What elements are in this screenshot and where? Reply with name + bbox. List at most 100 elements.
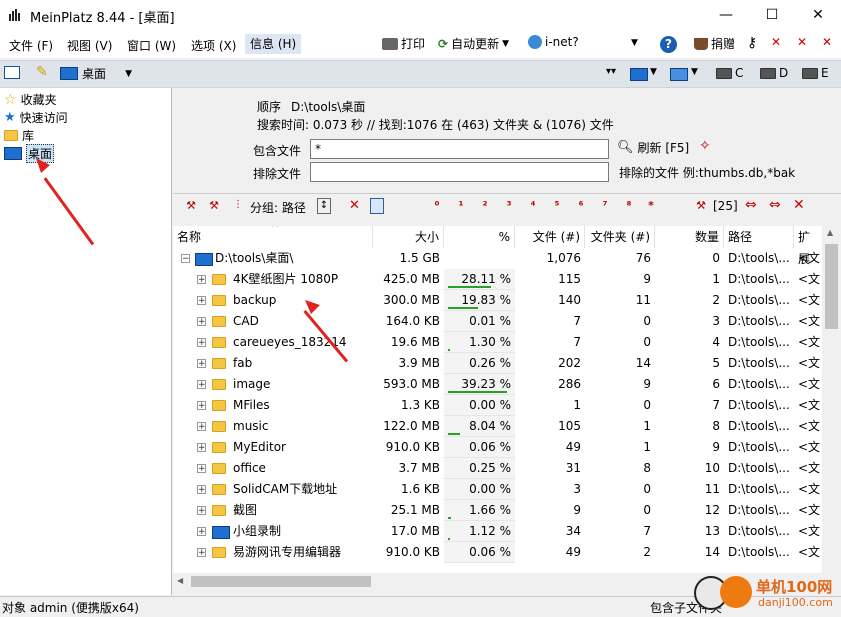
wand-icon[interactable]: ✧ [699,138,711,154]
vertical-scrollbar[interactable]: ▲ [822,226,841,573]
level-8-icon[interactable]: ⁸ [621,198,637,214]
expand-icon[interactable]: + [197,464,206,474]
table-row[interactable]: + music 122.0 MB 8.04 % 105 1 8 D:\tools\... <文 [173,416,822,437]
table-row[interactable]: + backup 300.0 MB 19.83 % 140 11 2 D:\tools\...… [173,290,822,311]
pencil-folder-icon[interactable]: ✎ [36,64,48,80]
inet-button[interactable]: i-net? [528,35,579,49]
table-row-root[interactable]: − D:\tools\桌面\ 1.5 GB 1,076 76 0 D:\tool… [173,248,822,269]
column-header-path[interactable]: 路径 [724,226,794,248]
delete-icon[interactable]: ✕ [349,198,360,213]
column-header-folders[interactable]: 文件夹 (#) [585,226,655,248]
level-all-icon[interactable]: * [643,198,659,214]
horizontal-scroll-thumb[interactable] [191,576,371,587]
drive-c[interactable]: C [716,66,743,80]
tree-item-favorites[interactable]: ☆ 收藏夹 [4,91,57,108]
cancel-icon[interactable]: ✕ [793,197,805,213]
expand-icon[interactable]: + [197,359,206,369]
expand-icon[interactable]: + [197,443,206,453]
table-row[interactable]: + SolidCAM下载地址 1.6 KB 0.00 % 3 0 11 D:\tools\..… [173,479,822,500]
expand-all-icon[interactable]: ⇔ [769,197,781,213]
chevron-down-icon[interactable]: ▼ [650,67,657,77]
refresh-button[interactable]: 🔍︎ 刷新 [F5] [617,139,689,156]
column-header-percent[interactable]: % [444,226,515,248]
desktop-icon[interactable] [630,68,648,81]
collapse-icon[interactable]: − [181,254,190,264]
close-button[interactable]: ✕ [795,0,841,31]
expand-icon[interactable]: + [197,548,206,558]
menu-options[interactable]: 选项 (X) [191,37,236,54]
level-4-icon[interactable]: ⁴ [525,198,541,214]
close-other-icon[interactable]: ✕ [797,35,807,49]
level-1-icon[interactable]: ¹ [453,198,469,214]
row-ext: <文 [798,419,821,433]
key-icon[interactable]: ⚷ [747,35,757,51]
expand-icon[interactable]: + [197,296,206,306]
vertical-scroll-thumb[interactable] [825,244,838,329]
maximize-button[interactable]: ☐ [749,0,795,31]
column-header-size[interactable]: 大小 [373,226,444,248]
broom-icon[interactable]: ⚒ [693,198,709,214]
auto-update-button[interactable]: ⟳ 自动更新 ▼ [438,35,509,52]
hammer-icon[interactable]: ⚒ [183,198,199,214]
table-row[interactable]: + MyEditor 910.0 KB 0.06 % 49 1 9 D:\tools\... <… [173,437,822,458]
tree-item-library[interactable]: 库 [4,127,34,144]
include-files-input[interactable] [310,139,609,159]
drive-e[interactable]: E [802,66,829,80]
tree-item-quick-access[interactable]: ★ 快速访问 [4,109,68,126]
expand-icon[interactable]: + [197,422,206,432]
table-row[interactable]: + 易游网讯专用编辑器 910.0 KB 0.06 % 49 2 14 D:\tools\..… [173,542,822,563]
row-files: 140 [558,293,581,307]
level-5-icon[interactable]: ⁵ [549,198,565,214]
table-row[interactable]: +4K壁纸图片 1080P 425.0 MB 28.11 % 115 9 1 D:\tool… [173,269,822,290]
expand-icon[interactable]: + [197,506,206,516]
level-3-icon[interactable]: ³ [501,198,517,214]
table-row[interactable]: + 小组录制 17.0 MB 1.12 % 34 7 13 D:\tools\... <文 [173,521,822,542]
chevron-down-icon[interactable]: ▼ [691,67,698,77]
collapse-icon[interactable]: ⇔ [745,197,757,213]
column-header-ext[interactable]: 扩展 [794,226,822,266]
column-header-files[interactable]: 文件 (#) [515,226,585,248]
help-icon[interactable]: ? [660,36,677,53]
menu-view[interactable]: 视图 (V) [67,37,112,54]
menu-info[interactable]: 信息 (H) [245,34,302,54]
table-row[interactable]: + image 593.0 MB 39.23 % 286 9 6 D:\tools\... <文 [173,374,822,395]
column-header-count[interactable]: 数量 [655,226,724,248]
sort-icon[interactable]: ↕ [317,198,331,214]
menu-window[interactable]: 窗口 (W) [127,37,176,54]
table-row[interactable]: + fab 3.9 MB 0.26 % 202 14 5 D:\tools\... <文 [173,353,822,374]
expand-icon[interactable]: + [197,380,206,390]
export-icon[interactable] [370,198,384,214]
level-7-icon[interactable]: ⁷ [597,198,613,214]
level-2-icon[interactable]: ² [477,198,493,214]
level-0-icon[interactable]: ⁰ [429,198,445,214]
expand-icon[interactable]: + [197,527,206,537]
hammer-icon[interactable]: ⚒ [206,198,222,214]
table-row[interactable]: + CAD 164.0 KB 0.01 % 7 0 3 D:\tools\... <文 [173,311,822,332]
chevron-down-icon[interactable]: ▼ [631,38,638,48]
table-row[interactable]: + office 3.7 MB 0.25 % 31 8 10 D:\tools\... <文 [173,458,822,479]
expand-icon[interactable]: + [197,338,206,348]
drive-d[interactable]: D [760,66,788,80]
exclude-files-input[interactable] [310,162,609,182]
close-tab-icon[interactable]: ✕ [771,35,781,49]
level-6-icon[interactable]: ⁶ [573,198,589,214]
scroll-up-icon[interactable]: ▲ [827,228,833,237]
table-row[interactable]: + careueyes_183214 19.6 MB 1.30 % 7 0 4 D:\tool… [173,332,822,353]
group-by-label[interactable]: 分组: 路径 [250,199,306,216]
scroll-left-icon[interactable]: ◀ [177,576,183,585]
close-all-icon[interactable]: ✕ [822,35,832,49]
monitor-icon[interactable] [670,68,688,81]
minimize-button[interactable]: — [703,0,749,31]
table-row[interactable]: + 截图 25.1 MB 1.66 % 9 0 12 D:\tools\... <文 [173,500,822,521]
expand-icon[interactable]: + [197,275,206,285]
location-dropdown[interactable]: 桌面 ▼ [60,65,132,82]
table-row[interactable]: + MFiles 1.3 KB 0.00 % 1 0 7 D:\tools\... <文 [173,395,822,416]
expand-icon[interactable]: + [197,401,206,411]
expand-icon[interactable]: + [197,485,206,495]
menu-file[interactable]: 文件 (F) [9,37,53,54]
print-button[interactable]: 打印 [382,35,425,52]
expand-icon[interactable]: + [197,317,206,327]
expand-icon[interactable]: ▾▾ [606,66,616,77]
panel-layout-icon[interactable] [4,66,20,79]
donate-button[interactable]: 捐赠 [694,35,735,52]
